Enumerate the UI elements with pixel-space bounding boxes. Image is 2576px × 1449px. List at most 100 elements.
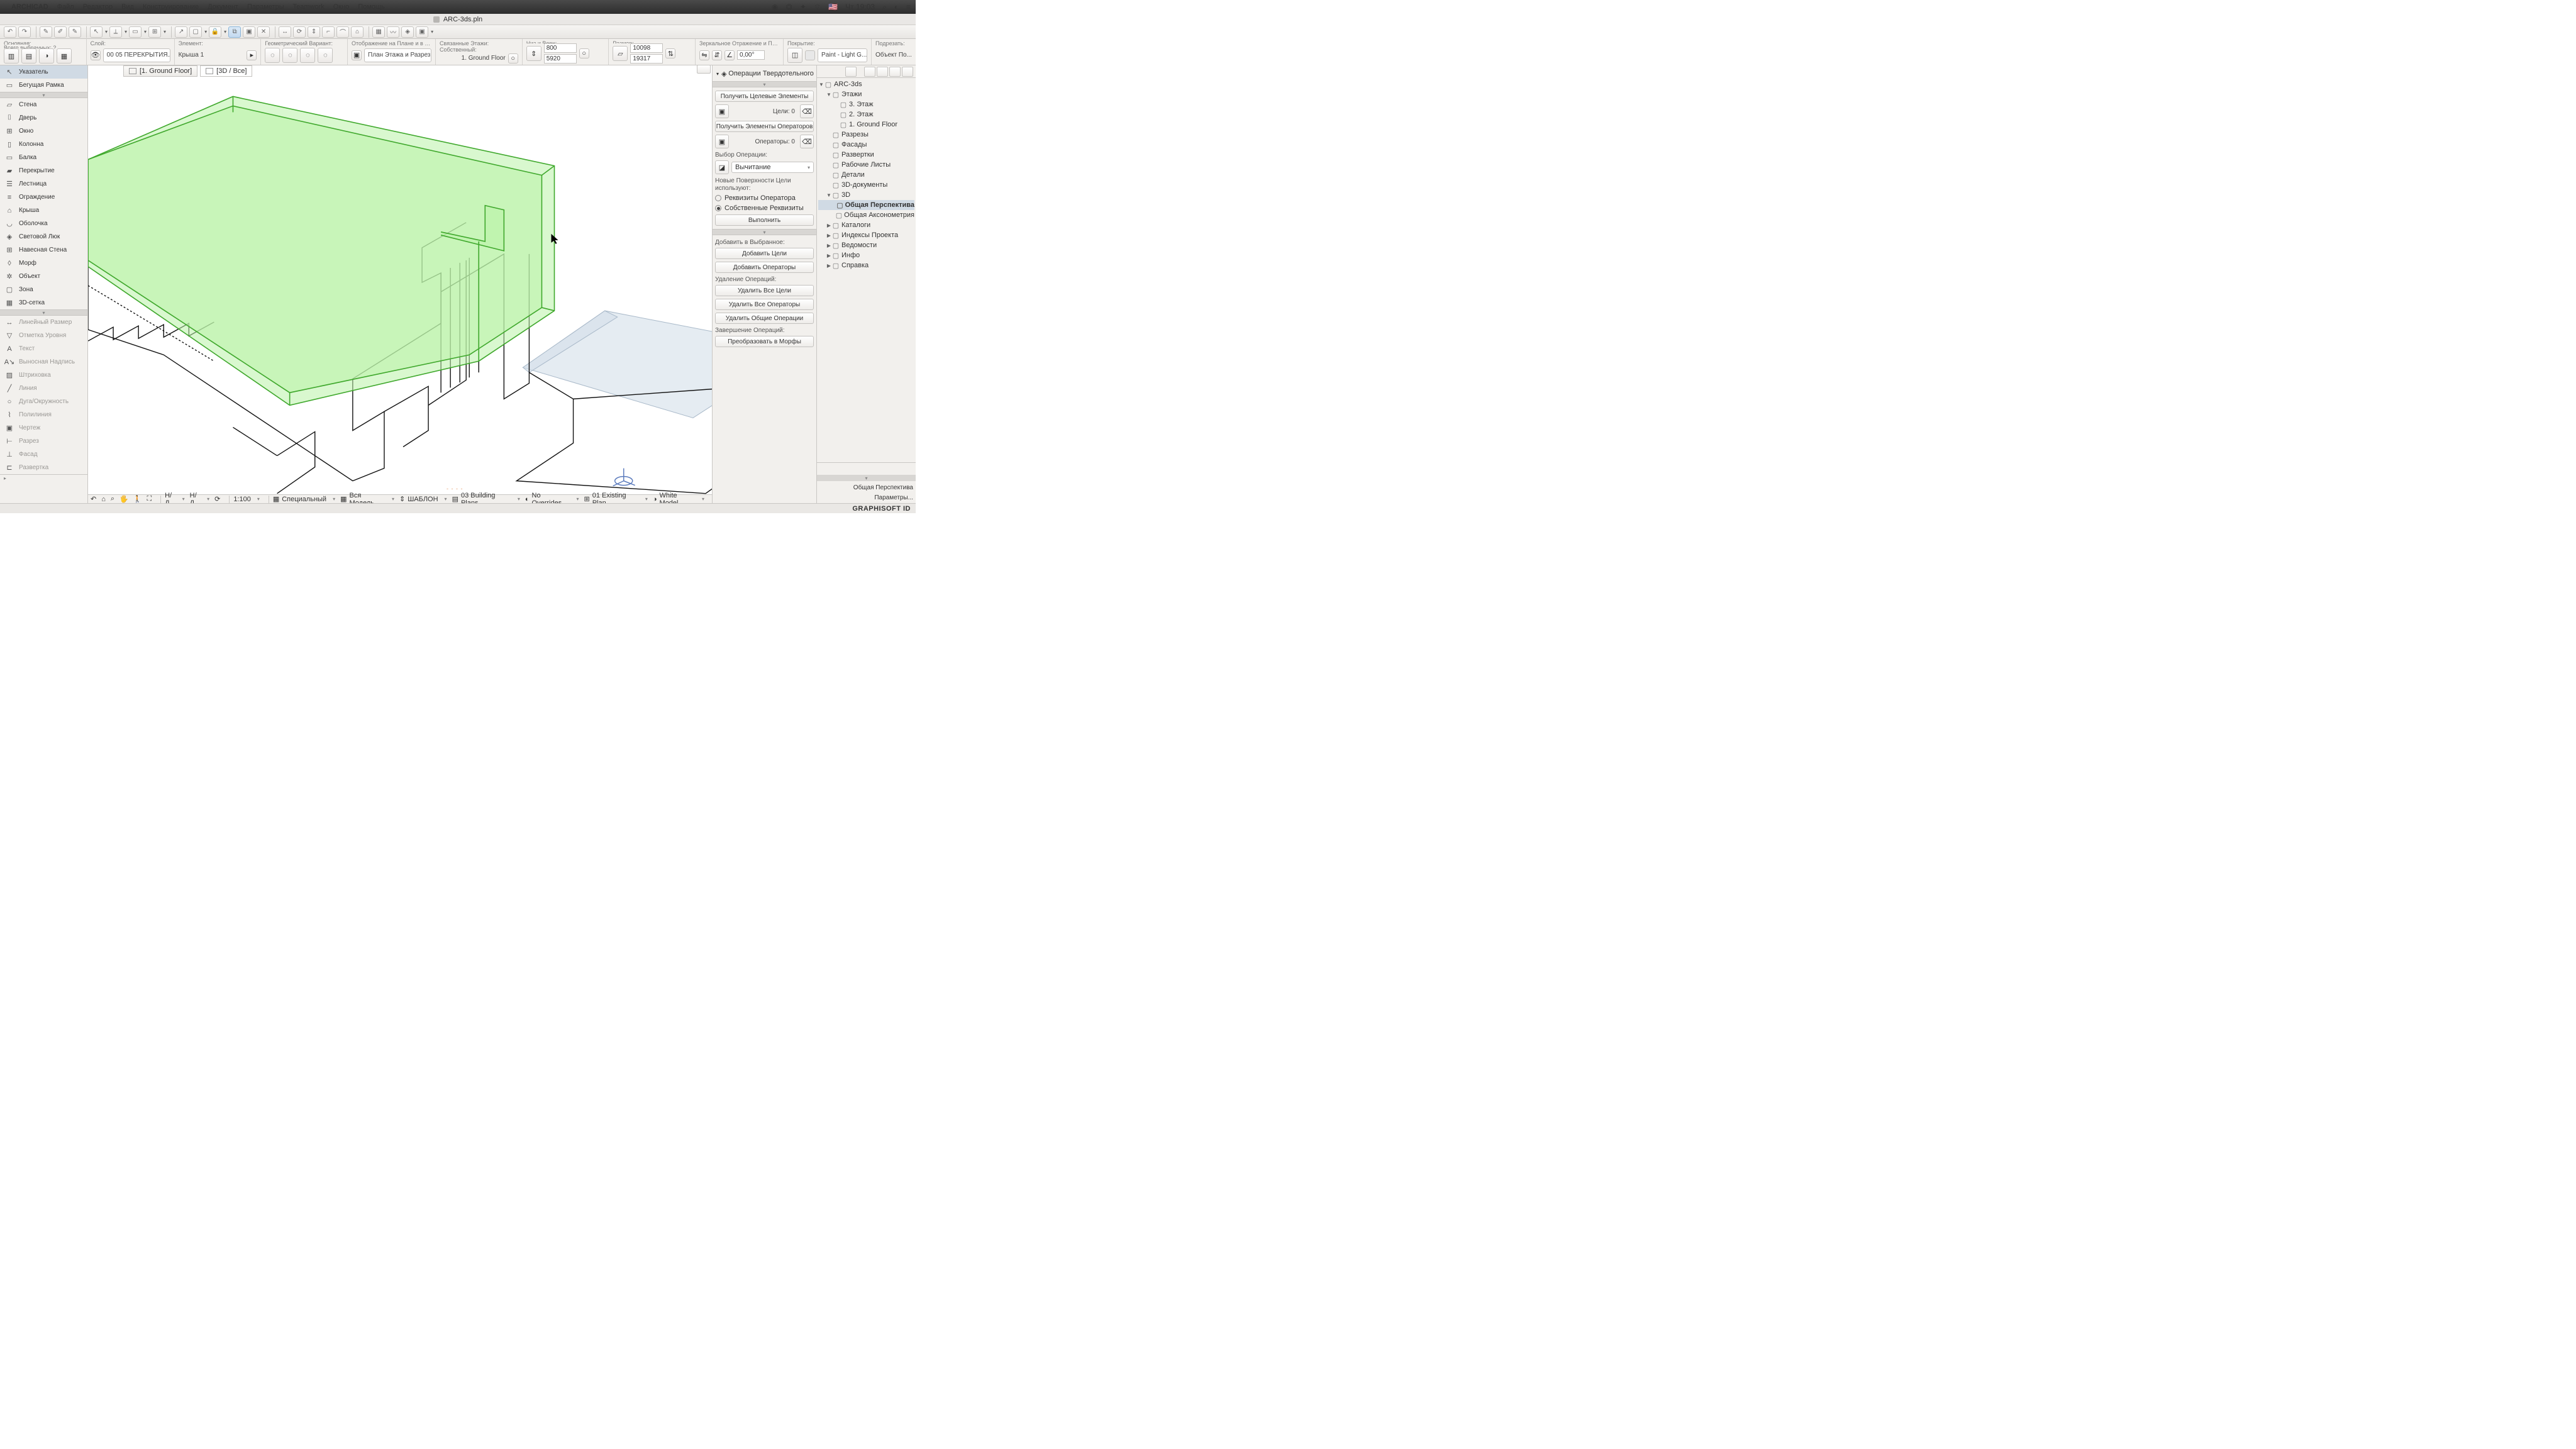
tool-door[interactable]: ⌷Дверь (0, 111, 87, 125)
clock[interactable]: Чт 19:03 (845, 3, 875, 11)
nav-item[interactable]: ▢Детали (818, 170, 914, 180)
tool-shell[interactable]: ◡Оболочка (0, 217, 87, 230)
menu-list-icon[interactable]: ≡ (906, 3, 911, 11)
measure-button[interactable]: ↔ (279, 26, 291, 38)
cursor-button[interactable]: ↗ (175, 26, 187, 38)
nav-item[interactable]: ▶▢Каталоги (818, 220, 914, 230)
walk-icon[interactable]: 🚶 (133, 495, 142, 503)
menu-help[interactable]: Помощь (358, 3, 385, 11)
nav-view-map-button[interactable] (877, 67, 888, 77)
dim-set-selector[interactable]: ▦ Специальный (273, 495, 326, 503)
nav-publisher-button[interactable] (902, 67, 913, 77)
overrides-readout[interactable]: ◐ No Overrides (525, 492, 570, 504)
nav-item[interactable]: ▶▢Справка (818, 260, 914, 270)
nav-layout-book-button[interactable] (889, 67, 901, 77)
input-flag-icon[interactable]: 🇺🇸 (828, 3, 838, 11)
guide-button[interactable]: ▭ (129, 26, 142, 38)
app-name[interactable]: ARCHICAD (11, 3, 48, 11)
story-link-icon[interactable]: ○ (508, 53, 518, 64)
tool-roof[interactable]: ⌂Крыша (0, 204, 87, 217)
element-chevron-icon[interactable]: ▸ (247, 50, 257, 60)
grid-button[interactable]: ⊞ (148, 26, 161, 38)
undo-button[interactable]: ↶ (4, 26, 16, 38)
add-targets-button[interactable]: Добавить Цели (715, 248, 814, 259)
nav-item[interactable]: ▢1. Ground Floor (818, 119, 914, 130)
reno-button[interactable]: ▦ (372, 26, 385, 38)
selection-view-button[interactable]: ▦ (57, 48, 72, 64)
tool-morph[interactable]: ◊Морф (0, 257, 87, 270)
rotation-input[interactable]: 0,00° (737, 50, 765, 60)
render-mode[interactable]: ◑ White Model (653, 492, 696, 504)
model-filter[interactable]: ▦ Вся Модель (340, 492, 386, 504)
menuextra-icon[interactable]: ⏣ (786, 3, 792, 11)
mirror-v-button[interactable]: ⇋ (699, 50, 709, 60)
tab-ground-floor[interactable]: [1. Ground Floor] (123, 65, 197, 77)
tab-3d-all[interactable]: [3D / Все] (200, 65, 252, 77)
nav-back-icon[interactable]: ↶ (91, 495, 96, 503)
nav-item[interactable]: ▢Общая Аксонометрия (818, 210, 914, 220)
menu-options[interactable]: Параметры (247, 3, 284, 11)
tool-window[interactable]: ⊞Окно (0, 125, 87, 138)
levels-button[interactable]: ⇕ (308, 26, 320, 38)
viewport-3d[interactable]: [1. Ground Floor] [3D / Все] - - - - (88, 65, 712, 503)
size-link-icon[interactable]: ⇅ (665, 48, 675, 58)
suspend-button[interactable]: ▣ (243, 26, 255, 38)
show-all-button[interactable]: ◑ (39, 48, 54, 64)
pick-button[interactable]: ✎ (40, 26, 52, 38)
group-button[interactable]: ⧉ (228, 26, 241, 38)
nav-item[interactable]: ▢Разрезы (818, 130, 914, 140)
existing-plan[interactable]: ⊞ 01 Existing Plan (584, 492, 638, 504)
inject2-button[interactable]: ✎ (69, 26, 81, 38)
snap-mode-button[interactable]: ⟂ (109, 26, 122, 38)
layer-visibility-icon[interactable]: 👁 (91, 50, 101, 60)
tool-line[interactable]: ╱Линия (0, 382, 87, 395)
tool-skylight[interactable]: ◈Световой Люк (0, 230, 87, 243)
menu-view[interactable]: Вид (121, 3, 134, 11)
nav-item[interactable]: ▢2. Этаж (818, 109, 914, 119)
tool-pointer[interactable]: ↖Указатель (0, 65, 87, 79)
arrow-mode-button[interactable]: ↖ (90, 26, 103, 38)
nav-home-icon[interactable] (819, 484, 828, 492)
operation-selector[interactable]: Вычитание▾ (731, 162, 814, 173)
menu-teamwork[interactable]: Teamwork (293, 3, 325, 11)
menu-edit[interactable]: Редактор (83, 3, 113, 11)
panel-collapse-bar[interactable]: ▾ (713, 81, 816, 87)
elevation-link-icon[interactable]: ○ (579, 48, 589, 58)
layer-combo[interactable]: ⇕ ШАБЛОН (399, 495, 438, 503)
radio-own-attrs[interactable]: Собственные Реквизиты (715, 204, 814, 212)
tool-slab[interactable]: ▰Перекрытие (0, 164, 87, 177)
tool-interior-elev[interactable]: ⊏Развертка (0, 461, 87, 474)
size-a-input[interactable]: 10098 (630, 43, 663, 53)
nav-item[interactable]: ▢Общая Перспектива (818, 200, 914, 210)
layer-selector[interactable]: 00 05 ПЕРЕКРЫТИЯ.А (103, 48, 170, 62)
surface-swatch[interactable] (805, 50, 815, 60)
tool-elevation[interactable]: ⊥Фасад (0, 448, 87, 461)
nav-params-link[interactable]: Параметры... (819, 494, 913, 501)
add-operators-button[interactable]: Добавить Операторы (715, 262, 814, 273)
delete-common-button[interactable]: Удалить Общие Операции (715, 313, 814, 324)
tool-marquee[interactable]: ▭Бегущая Рамка (0, 79, 87, 92)
quick-options-button[interactable] (697, 65, 711, 74)
display-selector[interactable]: План Этажа и Разрез... (364, 48, 431, 62)
nav-item[interactable]: ▼▢3D (818, 190, 914, 200)
tool-wall[interactable]: ▱Стена (0, 98, 87, 111)
nav-item[interactable]: ▢3D-документы (818, 180, 914, 190)
home-button[interactable]: ⌂ (351, 26, 364, 38)
tool-column[interactable]: ▯Колонна (0, 138, 87, 151)
nav-item[interactable]: ▶▢Индексы Проекта (818, 230, 914, 240)
rotate-icon[interactable]: ∠ (724, 50, 735, 60)
toolbox-group-design[interactable]: ▾ (0, 92, 87, 98)
surface-selector[interactable]: Paint - Light G... (818, 48, 867, 62)
tool-label[interactable]: A↘Выносная Надпись (0, 355, 87, 369)
graphisoft-id[interactable]: GRAPHISOFT ID (852, 505, 911, 513)
trace-button[interactable]: 〰 (387, 26, 399, 38)
panel-section-bar[interactable]: ▾ (713, 229, 816, 235)
geom-var-3-button[interactable]: ◌ (300, 48, 315, 63)
bottom-input[interactable]: 800 (544, 43, 577, 53)
menuextra2-icon[interactable]: ✦ (800, 3, 806, 11)
search-icon[interactable]: ⌕ (882, 3, 887, 12)
nav-item[interactable]: ▢Развертки (818, 150, 914, 160)
menu-document[interactable]: Документ (208, 3, 238, 11)
nav-item[interactable]: ▢Фасады (818, 140, 914, 150)
tool-dimension[interactable]: ↔Линейный Размер (0, 316, 87, 329)
